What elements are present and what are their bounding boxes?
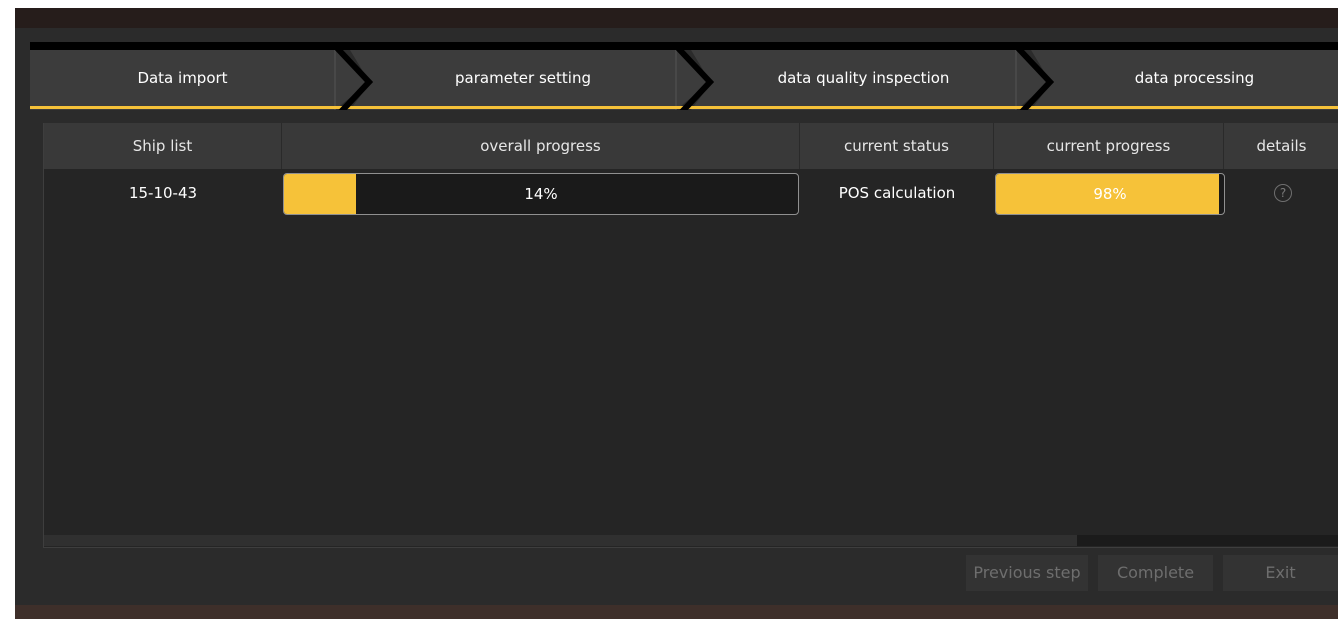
complete-button[interactable]: Complete xyxy=(1098,555,1213,591)
cell-ship-name: 15-10-43 xyxy=(128,184,198,202)
current-progress-bar: 98% xyxy=(995,173,1225,215)
previous-step-button[interactable]: Previous step xyxy=(966,555,1088,591)
header-current-progress[interactable]: current progress xyxy=(994,123,1224,169)
header-current-status[interactable]: current status xyxy=(800,123,994,169)
step-data-import[interactable]: Data import xyxy=(30,66,335,90)
header-overall-progress[interactable]: overall progress xyxy=(282,123,800,169)
exit-button[interactable]: Exit xyxy=(1223,555,1338,591)
bottom-border xyxy=(15,605,1338,619)
app-window: Data import parameter setting data quali… xyxy=(15,8,1338,619)
step-data-processing[interactable]: data processing xyxy=(1051,66,1338,90)
horizontal-scrollbar-thumb[interactable] xyxy=(1077,535,1338,546)
help-circle-icon[interactable]: ? xyxy=(1274,184,1292,202)
ship-progress-table: Ship list overall progress current statu… xyxy=(43,123,1338,548)
header-details[interactable]: details xyxy=(1224,123,1338,169)
table-row[interactable]: 15-10-43 14% POS calculation 98% ? xyxy=(44,169,1338,217)
wizard-steps: Data import parameter setting data quali… xyxy=(30,42,1338,110)
step-data-quality-inspection[interactable]: data quality inspection xyxy=(711,66,1016,90)
title-bar xyxy=(15,8,1338,28)
header-ship-list[interactable]: Ship list xyxy=(44,123,282,169)
table-header: Ship list overall progress current statu… xyxy=(44,123,1338,169)
step-parameter-setting[interactable]: parameter setting xyxy=(370,66,676,90)
horizontal-scrollbar[interactable] xyxy=(44,535,1338,546)
cell-current-status: POS calculation xyxy=(838,184,956,202)
overall-progress-bar: 14% xyxy=(283,173,799,215)
current-progress-text: 98% xyxy=(1093,185,1127,203)
overall-progress-text: 14% xyxy=(524,185,558,203)
